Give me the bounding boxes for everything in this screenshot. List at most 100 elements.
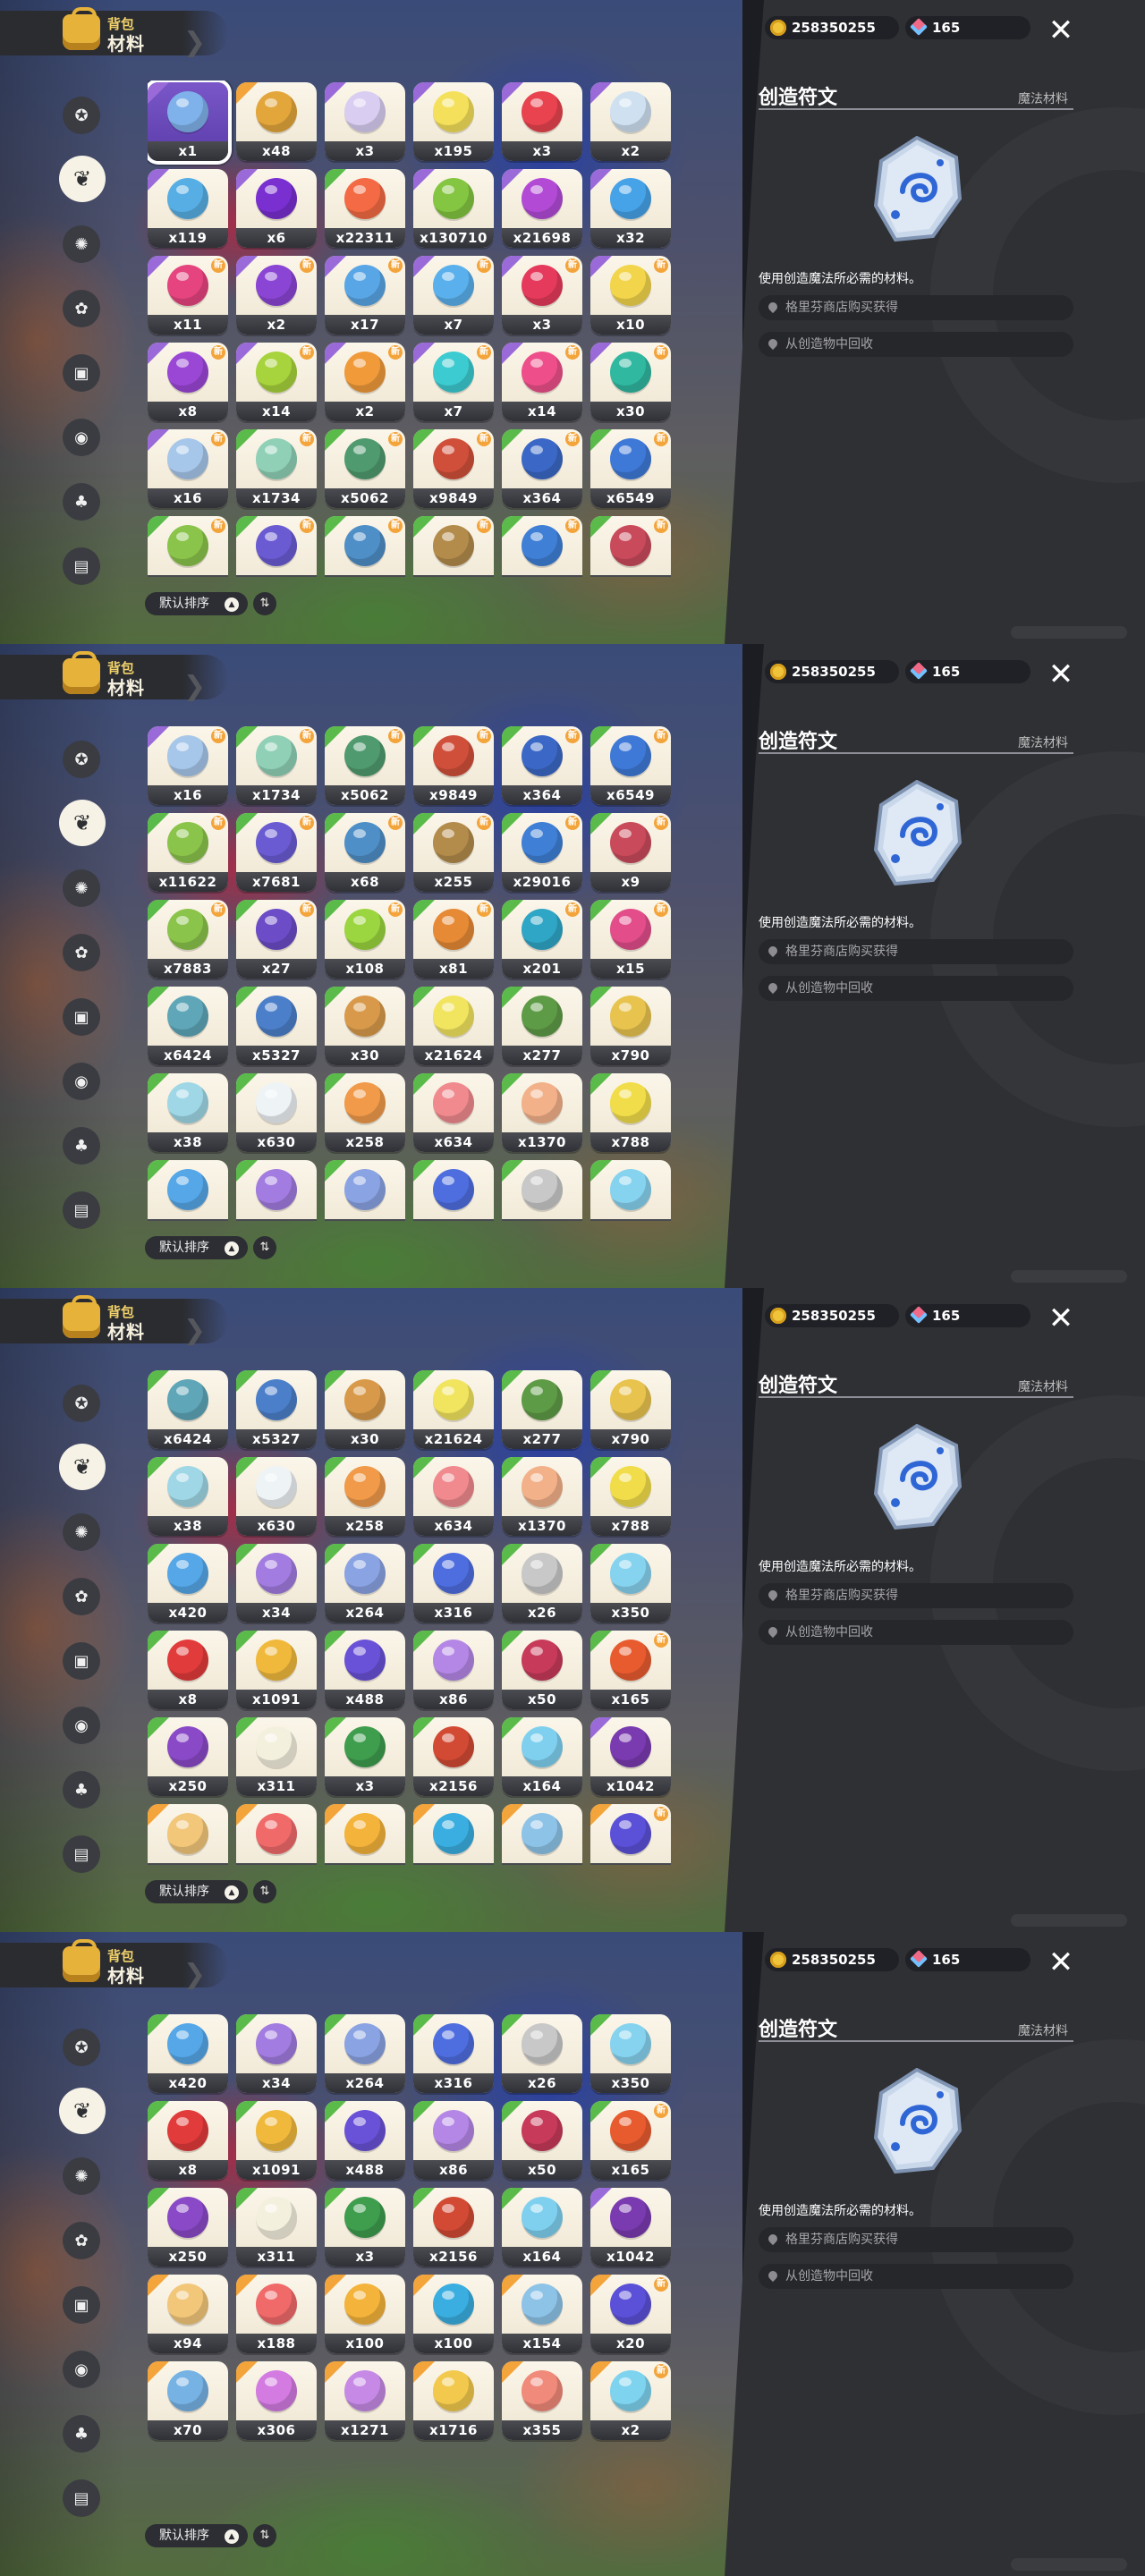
inventory-item[interactable]: 新 x165	[590, 2101, 671, 2180]
inventory-item[interactable]: x34	[236, 1160, 317, 1221]
inventory-item[interactable]: x634	[413, 1073, 494, 1152]
inventory-item[interactable]: 新 x30	[590, 343, 671, 421]
inventory-item[interactable]: x3	[325, 82, 405, 161]
inventory-item[interactable]: x790	[590, 987, 671, 1065]
inventory-item[interactable]: x788	[590, 1073, 671, 1152]
category-box-icon[interactable]: ▣	[63, 1642, 100, 1680]
source-row-recycle[interactable]: 从创造物中回收	[759, 2264, 1073, 2289]
inventory-item[interactable]: x316	[413, 2014, 494, 2093]
inventory-item[interactable]: 新 x108	[325, 900, 405, 979]
inventory-item[interactable]: x1716	[413, 2361, 494, 2440]
inventory-item[interactable]: 新 x255	[413, 516, 494, 577]
inventory-item[interactable]: x32	[590, 169, 671, 248]
inventory-item[interactable]: x420	[148, 1160, 228, 1221]
inventory-item[interactable]: x1091	[236, 1631, 317, 1709]
item-grid-viewport[interactable]: x1x48x3x195x3x2x119x6x22311x130710x21698…	[148, 2012, 671, 2509]
inventory-item[interactable]: x264	[325, 1544, 405, 1623]
inventory-item[interactable]: x311	[236, 2188, 317, 2267]
inventory-item[interactable]: x630	[236, 1073, 317, 1152]
inventory-item[interactable]: 新 x81	[413, 900, 494, 979]
inventory-item[interactable]: x5327	[236, 1370, 317, 1449]
category-box-icon[interactable]: ▣	[63, 354, 100, 392]
inventory-item[interactable]: 新 x9	[590, 813, 671, 892]
sort-order-toggle-button[interactable]: ⇅	[253, 592, 276, 615]
inventory-item[interactable]: x1091	[236, 2101, 317, 2180]
category-star-icon[interactable]: ✪	[63, 97, 100, 134]
inventory-item[interactable]: x2156	[413, 1717, 494, 1796]
inventory-item[interactable]: 新 x20	[590, 2275, 671, 2353]
inventory-item[interactable]: x119	[148, 169, 228, 248]
inventory-item[interactable]: 新 x2	[590, 2361, 671, 2440]
inventory-item[interactable]: x1271	[325, 2361, 405, 2440]
inventory-item[interactable]: x790	[590, 1370, 671, 1449]
inventory-item[interactable]: 新 x7883	[148, 900, 228, 979]
inventory-item[interactable]: x3	[325, 1717, 405, 1796]
category-sprout-icon[interactable]: ✿	[63, 290, 100, 327]
inventory-item[interactable]: 新 x29016	[502, 516, 582, 577]
category-star-icon[interactable]: ✪	[63, 1385, 100, 1422]
inventory-item[interactable]: 新 x68	[325, 813, 405, 892]
category-leaf-icon[interactable]: ❦	[59, 800, 106, 846]
inventory-item[interactable]: 新 x7	[413, 256, 494, 335]
sort-dropdown[interactable]: 默认排序 ▲	[145, 1236, 248, 1259]
source-row-recycle[interactable]: 从创造物中回收	[759, 976, 1073, 1001]
category-chest-icon[interactable]: ▤	[63, 547, 100, 585]
inventory-item[interactable]: x634	[413, 1457, 494, 1536]
inventory-item[interactable]: x8	[148, 1631, 228, 1709]
category-sun-icon[interactable]: ✺	[63, 2157, 100, 2195]
inventory-item[interactable]: 新 x364	[502, 726, 582, 805]
category-acorn-icon[interactable]: ♣	[63, 2415, 100, 2453]
inventory-item[interactable]: x1042	[590, 1717, 671, 1796]
inventory-item[interactable]: x316	[413, 1160, 494, 1221]
inventory-item[interactable]: x2	[590, 82, 671, 161]
inventory-item[interactable]: x264	[325, 1160, 405, 1221]
inventory-item[interactable]: 新 x27	[236, 900, 317, 979]
inventory-item[interactable]: x26	[502, 1160, 582, 1221]
inventory-item[interactable]: x38	[148, 1457, 228, 1536]
inventory-item[interactable]: x1	[148, 82, 228, 161]
inventory-item[interactable]: 新 x16	[148, 726, 228, 805]
category-acorn-icon[interactable]: ♣	[63, 483, 100, 521]
inventory-item[interactable]: x788	[590, 1457, 671, 1536]
inventory-item[interactable]: 新 x20	[590, 1804, 671, 1865]
inventory-item[interactable]: x188	[236, 2275, 317, 2353]
inventory-item[interactable]: 新 x3	[502, 256, 582, 335]
inventory-item[interactable]: x1370	[502, 1457, 582, 1536]
close-button[interactable]: ✕	[1045, 14, 1077, 47]
inventory-item[interactable]: x22311	[325, 169, 405, 248]
inventory-item[interactable]: 新 x6549	[590, 429, 671, 508]
inventory-item[interactable]: x316	[413, 1544, 494, 1623]
category-sprout-icon[interactable]: ✿	[63, 2222, 100, 2259]
inventory-item[interactable]: 新 x255	[413, 813, 494, 892]
source-row-recycle[interactable]: 从创造物中回收	[759, 1620, 1073, 1645]
inventory-item[interactable]: x258	[325, 1457, 405, 1536]
source-row-shop[interactable]: 格里芬商店购买获得	[759, 2227, 1073, 2252]
inventory-item[interactable]: x21624	[413, 1370, 494, 1449]
inventory-item[interactable]: 新 x10	[590, 256, 671, 335]
category-leaf-icon[interactable]: ❦	[59, 2088, 106, 2134]
sort-order-toggle-button[interactable]: ⇅	[253, 1880, 276, 1903]
source-row-shop[interactable]: 格里芬商店购买获得	[759, 1583, 1073, 1608]
inventory-item[interactable]: x38	[148, 1073, 228, 1152]
inventory-item[interactable]: 新 x14	[236, 343, 317, 421]
category-acorn-icon[interactable]: ♣	[63, 1771, 100, 1809]
item-grid-viewport[interactable]: x1x48x3x195x3x2x119x6x22311x130710x21698…	[148, 1368, 671, 1865]
inventory-item[interactable]: x154	[502, 1804, 582, 1865]
inventory-item[interactable]: x277	[502, 1370, 582, 1449]
inventory-item[interactable]: x6424	[148, 1370, 228, 1449]
inventory-item[interactable]: x154	[502, 2275, 582, 2353]
inventory-item[interactable]: x94	[148, 1804, 228, 1865]
close-button[interactable]: ✕	[1045, 658, 1077, 691]
inventory-item[interactable]: 新 x14	[502, 343, 582, 421]
inventory-item[interactable]: x250	[148, 1717, 228, 1796]
source-row-shop[interactable]: 格里芬商店购买获得	[759, 295, 1073, 320]
inventory-item[interactable]: x355	[502, 2361, 582, 2440]
category-sprout-icon[interactable]: ✿	[63, 1578, 100, 1615]
inventory-item[interactable]: 新 x17	[325, 256, 405, 335]
inventory-item[interactable]: 新 x5062	[325, 429, 405, 508]
source-row-shop[interactable]: 格里芬商店购买获得	[759, 939, 1073, 964]
inventory-item[interactable]: x6424	[148, 987, 228, 1065]
inventory-item[interactable]: x34	[236, 1544, 317, 1623]
inventory-item[interactable]: x164	[502, 1717, 582, 1796]
inventory-item[interactable]: x350	[590, 2014, 671, 2093]
